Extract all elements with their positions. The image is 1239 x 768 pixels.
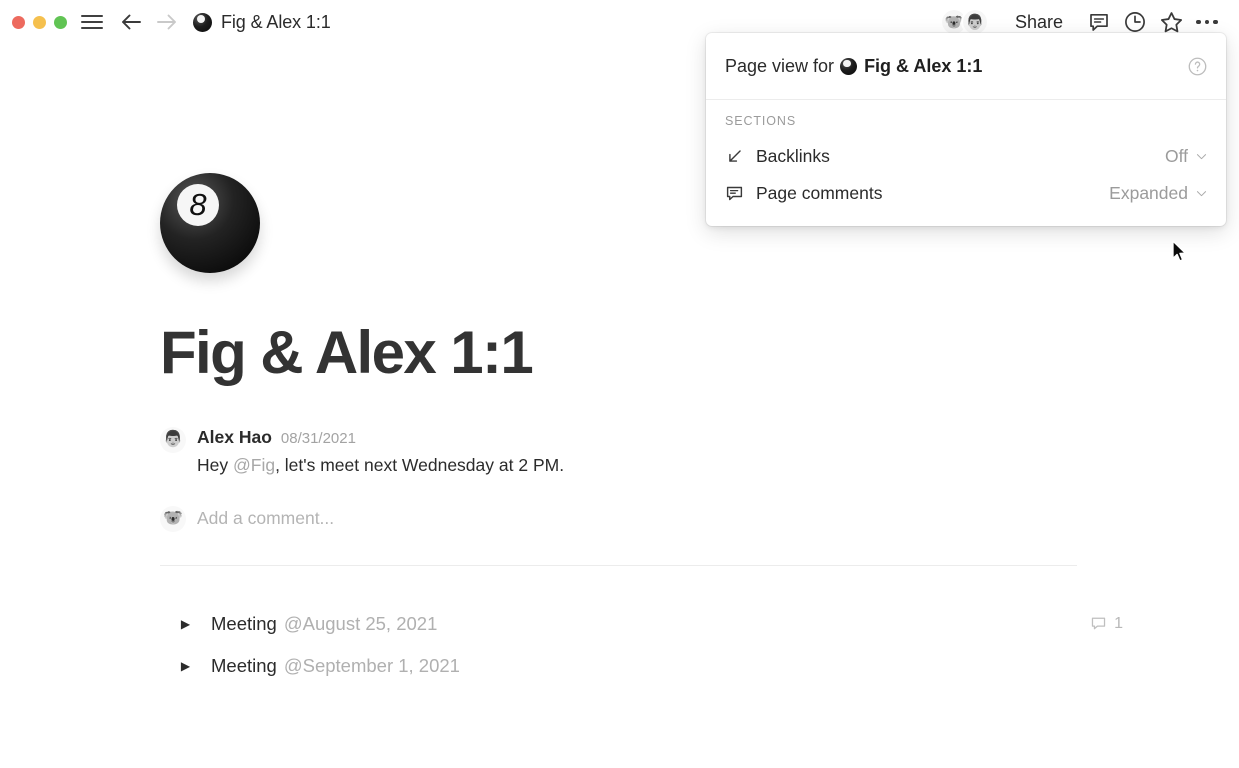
panel-row-page-comments[interactable]: Page comments Expanded bbox=[706, 175, 1226, 212]
meeting-date: @September 1, 2021 bbox=[283, 654, 460, 676]
page-view-panel-body: SECTIONS Backlinks Off Page comments Exp… bbox=[706, 100, 1226, 226]
app-window: Fig & Alex 1:1 🐨 👨 Share 8 Fig & Alex 1:… bbox=[0, 0, 1239, 768]
maximize-window-button[interactable] bbox=[54, 15, 67, 29]
meeting-list-item[interactable]: ▶ Meeting @September 1, 2021 bbox=[160, 645, 1125, 687]
page-comments-value-select[interactable]: Expanded bbox=[1109, 183, 1208, 204]
add-comment-input[interactable]: Add a comment... bbox=[197, 508, 334, 529]
meeting-comment-count[interactable]: 1 bbox=[1090, 615, 1125, 633]
breadcrumb-title: Fig & Alex 1:1 bbox=[221, 11, 331, 32]
page-view-prefix: Page view for bbox=[725, 55, 835, 76]
comment-item: 👨 Alex Hao 08/31/2021 Hey @Fig, let's me… bbox=[160, 426, 1239, 478]
comment-date: 08/31/2021 bbox=[280, 430, 356, 447]
dot bbox=[1213, 19, 1218, 25]
navigation-arrows bbox=[119, 10, 179, 34]
person-avatar-glyph: 👨 bbox=[163, 431, 183, 448]
meeting-date: @August 25, 2021 bbox=[283, 612, 438, 634]
comment-text: Hey @Fig, let's meet next Wednesday at 2… bbox=[197, 454, 564, 478]
panel-row-label: Backlinks bbox=[756, 146, 830, 166]
meeting-name: Meeting bbox=[211, 654, 277, 676]
meeting-list-item[interactable]: ▶ Meeting @August 25, 2021 1 bbox=[160, 603, 1125, 645]
close-window-button[interactable] bbox=[12, 15, 25, 29]
arrow-down-left-icon bbox=[725, 147, 747, 166]
page-comments-value: Expanded bbox=[1109, 183, 1188, 203]
collaborator-avatars: 🐨 👨 bbox=[939, 8, 989, 36]
expand-caret-icon[interactable]: ▶ bbox=[177, 618, 194, 630]
comment-meta: Alex Hao 08/31/2021 bbox=[197, 427, 564, 448]
eight-ball-icon bbox=[840, 57, 858, 75]
dot bbox=[1204, 19, 1210, 25]
chevron-down-icon bbox=[1196, 154, 1207, 160]
minimize-window-button[interactable] bbox=[33, 15, 46, 29]
panel-row-backlinks[interactable]: Backlinks Off bbox=[706, 138, 1226, 175]
meeting-name: Meeting bbox=[211, 612, 277, 634]
sections-label: SECTIONS bbox=[725, 114, 797, 128]
meeting-comment-count-value: 1 bbox=[1114, 614, 1123, 632]
person-avatar-glyph: 👨 bbox=[965, 13, 985, 31]
person-avatar[interactable]: 👨 bbox=[160, 427, 186, 453]
page-comments-section: 👨 Alex Hao 08/31/2021 Hey @Fig, let's me… bbox=[160, 426, 1239, 532]
mention-chip[interactable]: @Fig bbox=[233, 455, 275, 475]
page-view-doc[interactable]: Fig & Alex 1:1 bbox=[840, 56, 982, 77]
hamburger-line bbox=[81, 15, 103, 17]
meeting-list: ▶ Meeting @August 25, 2021 1 ▶ Meeting @… bbox=[160, 603, 1125, 687]
dot bbox=[1196, 19, 1201, 25]
comment-bubble-icon bbox=[1091, 617, 1106, 630]
koala-avatar-glyph: 🐨 bbox=[163, 509, 183, 527]
comment-author: Alex Hao bbox=[197, 427, 272, 447]
backlinks-value: Off bbox=[1164, 146, 1188, 166]
koala-avatar: 🐨 bbox=[160, 505, 186, 532]
page-view-panel: Page view for Fig & Alex 1:1 SECTIONS Ba… bbox=[706, 33, 1226, 226]
page-eight-ball-icon[interactable] bbox=[160, 173, 260, 273]
page-view-panel-header: Page view for Fig & Alex 1:1 bbox=[706, 33, 1226, 100]
eight-ball-icon bbox=[193, 12, 212, 32]
add-comment-row[interactable]: 🐨 Add a comment... bbox=[160, 505, 1239, 532]
hamburger-line bbox=[81, 21, 103, 23]
breadcrumb[interactable]: Fig & Alex 1:1 bbox=[193, 12, 331, 33]
backlinks-value-select[interactable]: Off bbox=[1165, 146, 1208, 167]
speech-bubble-icon bbox=[725, 184, 747, 203]
comment-body: Alex Hao 08/31/2021 Hey @Fig, let's meet… bbox=[197, 426, 564, 478]
section-divider bbox=[160, 564, 1077, 566]
arrow-left-icon[interactable] bbox=[119, 10, 143, 34]
more-options-dots bbox=[1196, 19, 1218, 25]
expand-caret-icon[interactable]: ▶ bbox=[177, 660, 194, 672]
person-avatar[interactable]: 👨 bbox=[960, 8, 989, 36]
hamburger-line bbox=[81, 27, 103, 29]
comment-text-after: , let's meet next Wednesday at 2 PM. bbox=[275, 455, 565, 475]
page-title: Fig & Alex 1:1 bbox=[160, 319, 534, 386]
help-circle-icon[interactable] bbox=[1187, 56, 1208, 77]
panel-row-label: Page comments bbox=[756, 183, 883, 203]
chevron-down-icon bbox=[1196, 191, 1207, 197]
page-view-doc-title: Fig & Alex 1:1 bbox=[864, 55, 983, 76]
page-view-title: Page view for Fig & Alex 1:1 bbox=[725, 56, 982, 77]
hamburger-menu-icon[interactable] bbox=[81, 13, 103, 31]
arrow-right-icon[interactable] bbox=[155, 10, 179, 34]
comment-text-before: Hey bbox=[197, 455, 233, 475]
window-controls bbox=[12, 15, 67, 29]
